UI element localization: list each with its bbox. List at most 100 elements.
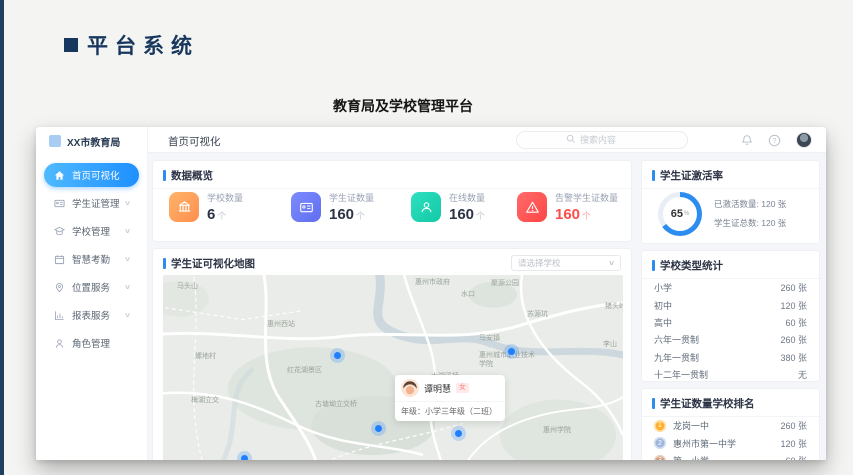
school-select-dropdown[interactable]: 请选择学校 ∨ <box>511 255 621 271</box>
logo-text: XX市教育局 <box>67 134 120 149</box>
sidebar-item-location-service[interactable]: 位置服务 ∨ <box>44 275 139 299</box>
map-marker[interactable] <box>455 430 462 437</box>
sidebar-item-label: 首页可视化 <box>72 168 120 182</box>
map-marker[interactable] <box>508 348 515 355</box>
map-canvas[interactable]: 马头山 惠州市政府 惠州西站 水口 聚源公园 苏源坑 螺地村 红花湖景区 马安镇… <box>163 275 623 460</box>
slide-subtitle: 教育局及学校管理平台 <box>36 96 770 116</box>
sidebar-item-role-management[interactable]: 角色管理 <box>44 331 139 355</box>
bar-chart-icon <box>54 310 65 321</box>
panel-title: 学生证激活率 <box>660 168 723 183</box>
breadcrumb-page-title: 首页可视化 <box>168 134 221 149</box>
map-place-label: 惠州市政府 <box>415 277 450 287</box>
student-info-popup[interactable]: 谭明慧 女 年级：小学三年级（二班） <box>395 375 505 421</box>
home-icon <box>54 170 65 181</box>
table-row: 高中60 张 <box>642 314 819 331</box>
user-icon <box>54 338 65 349</box>
alert-triangle-icon <box>517 192 547 222</box>
map-place-label: 聚源公园 <box>491 278 519 288</box>
stat-value: 6个 <box>207 206 243 223</box>
user-avatar[interactable] <box>796 132 812 148</box>
stat-card-student-cards: 学生证数量 160个 <box>291 191 407 223</box>
stat-card-alert: 告警学生证数量 160个 <box>517 191 633 223</box>
map-marker[interactable] <box>241 455 248 460</box>
map-marker[interactable] <box>375 425 382 432</box>
map-place-label: 李山 <box>603 339 617 349</box>
title-bullet-square <box>64 38 78 52</box>
school-type-stats-panel: 学校类型统计 小学260 张 初中120 张 高中60 张 六年一贯制260 张… <box>641 250 820 382</box>
accent-bar <box>652 398 655 409</box>
search-icon <box>566 131 576 149</box>
table-row: 六年一贯制260 张 <box>642 331 819 348</box>
svg-text:?: ? <box>773 137 777 144</box>
accent-bar <box>163 258 166 269</box>
panel-title: 学生证可视化地图 <box>171 256 255 271</box>
table-row: 初中120 张 <box>642 296 819 313</box>
sidebar-item-label: 学生证管理 <box>72 196 120 210</box>
stat-card-online: 在线数量 160个 <box>411 191 527 223</box>
chevron-down-icon: ∨ <box>124 311 131 319</box>
donut-percent: 65 <box>671 208 683 220</box>
accent-bar <box>652 260 655 271</box>
panel-title: 学校类型统计 <box>660 258 723 273</box>
table-row: 十二年一贯制无 <box>642 366 819 383</box>
donut-percent-unit: % <box>684 211 689 217</box>
map-place-label: 螺地村 <box>195 351 216 361</box>
school-ranking-panel: 学生证数量学校排名 1 龙岗一中260 张 2 惠州市第一中学120 张 3 第… <box>641 388 820 460</box>
sidebar-item-school-management[interactable]: 学校管理 ∨ <box>44 219 139 243</box>
chevron-down-icon: ∨ <box>124 255 131 263</box>
slide-title: 平台系统 <box>87 30 199 60</box>
sidebar-item-student-card[interactable]: 学生证管理 ∨ <box>44 191 139 215</box>
sidebar-item-smart-attendance[interactable]: 智慧考勤 ∨ <box>44 247 139 271</box>
map-place-label: 苏源坑 <box>527 309 548 319</box>
bell-icon[interactable] <box>740 134 753 147</box>
sidebar-item-home-visualization[interactable]: 首页可视化 <box>44 163 139 187</box>
sidebar-item-label: 智慧考勤 <box>72 252 110 266</box>
map-place-label: 红花湖景区 <box>287 365 322 375</box>
map-place-label: 马头山 <box>177 281 198 291</box>
student-grade: 年级：小学三年级（二班） <box>395 401 505 421</box>
sidebar-item-label: 位置服务 <box>72 280 110 294</box>
stat-label: 学校数量 <box>207 191 243 204</box>
ranking-row: 1 龙岗一中260 张 <box>642 417 819 435</box>
map-place-label: 马安镇 <box>479 333 500 343</box>
id-card-icon <box>54 198 65 209</box>
stat-value: 160个 <box>329 206 374 223</box>
slide-title-row: 平台系统 <box>64 30 199 60</box>
gender-badge: 女 <box>456 383 469 393</box>
chevron-down-icon: ∨ <box>124 199 131 207</box>
activation-rate-panel: 学生证激活率 65 % 已激活数量: 120 张 学生证总数: 120 张 <box>641 160 820 244</box>
search-box[interactable] <box>516 131 688 149</box>
sidebar-item-report-service[interactable]: 报表服务 ∨ <box>44 303 139 327</box>
table-row: 小学260 张 <box>642 279 819 296</box>
map-place-label: 古塘坳立交桥 <box>315 399 357 409</box>
map-panel: 学生证可视化地图 请选择学校 ∨ <box>152 248 632 460</box>
accent-bar <box>163 170 166 181</box>
activation-donut-chart: 65 % <box>658 192 702 236</box>
sidebar-item-label: 学校管理 <box>72 224 110 238</box>
activation-row: 已激活数量: 120 张 <box>714 198 786 210</box>
student-name: 谭明慧 <box>424 382 451 395</box>
chevron-down-icon: ∨ <box>124 283 131 291</box>
stat-label: 告警学生证数量 <box>555 191 618 204</box>
map-place-label: 惠州学院 <box>543 425 571 435</box>
app-logo: XX市教育局 <box>36 127 147 155</box>
ranking-row: 2 惠州市第一中学120 张 <box>642 435 819 453</box>
map-place-label: 猪头岭 <box>605 301 623 311</box>
table-row: 九年一贯制380 张 <box>642 349 819 366</box>
panel-title: 学生证数量学校排名 <box>660 396 755 411</box>
sidebar-menu: 首页可视化 学生证管理 ∨ 学校管理 ∨ 智慧考勤 ∨ 位置服务 ∨ <box>36 163 147 355</box>
donut-center: 65 % <box>663 197 697 231</box>
online-user-icon <box>411 192 441 222</box>
gold-medal-icon: 1 <box>654 420 666 432</box>
panel-header: 学校类型统计 <box>642 251 819 279</box>
dashboard-window: XX市教育局 首页可视化 学生证管理 ∨ 学校管理 ∨ 智慧考勤 ∨ <box>36 127 826 460</box>
panel-header: 学生证激活率 <box>642 161 819 189</box>
map-marker[interactable] <box>334 352 341 359</box>
popup-student-row: 谭明慧 女 <box>395 375 505 401</box>
school-building-icon <box>169 192 199 222</box>
chevron-down-icon: ∨ <box>124 227 131 235</box>
search-input[interactable] <box>580 135 638 145</box>
id-card-icon <box>291 192 321 222</box>
stat-value: 160个 <box>555 206 618 223</box>
help-icon[interactable]: ? <box>768 134 781 147</box>
